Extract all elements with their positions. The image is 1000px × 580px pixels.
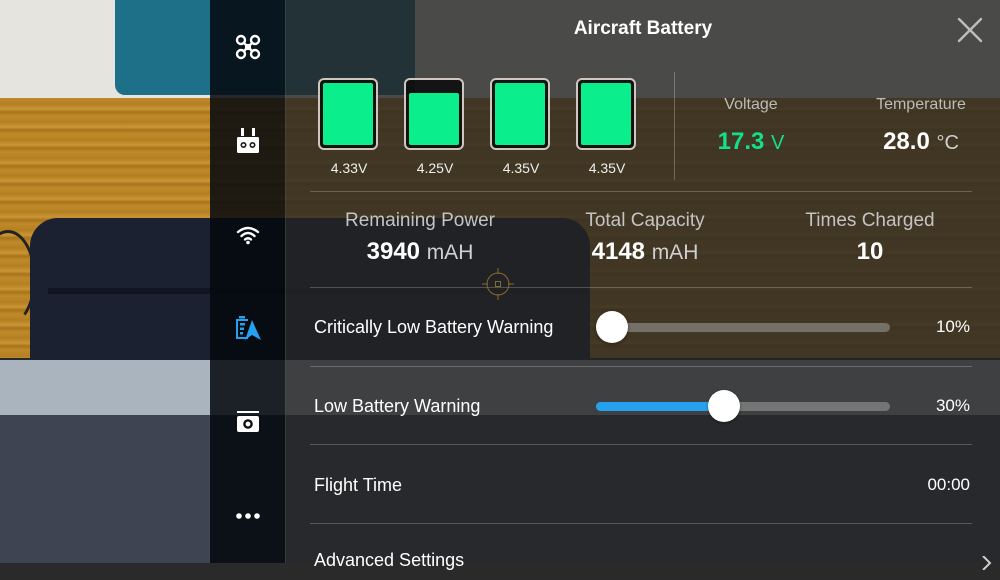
low-battery-warning-row: Low Battery Warning 30%: [314, 386, 970, 426]
camera-icon: [236, 411, 259, 432]
slider-track: [596, 323, 890, 332]
aircraft-icon: [235, 34, 260, 60]
critical-warning-label: Critically Low Battery Warning: [314, 316, 554, 337]
cell-level-gauge: [318, 78, 378, 150]
chevron-right-icon: [982, 556, 992, 570]
critical-battery-warning-row: Critically Low Battery Warning 10%: [314, 307, 970, 347]
voltage-number: 17.3: [717, 128, 765, 155]
sidebar-item-camera[interactable]: [210, 402, 285, 442]
close-button[interactable]: [956, 16, 984, 44]
total-capacity-label: Total Capacity: [585, 210, 705, 231]
slider-thumb[interactable]: [708, 390, 741, 422]
battery-cell-2: 4.25V: [404, 78, 468, 176]
total-capacity-stat: Total Capacity 4148 mAH: [530, 210, 760, 266]
remote-controller-icon: [236, 128, 259, 153]
aircraft-battery-panel: Aircraft Battery 4.33V 4.25V 4.35V 4.35V…: [286, 0, 1000, 570]
critical-warning-value: 10%: [935, 317, 970, 336]
cell-fill: [581, 83, 631, 145]
total-capacity-unit: mAH: [651, 241, 699, 264]
slider-fill: [596, 402, 725, 411]
temperature-label: Temperature: [876, 96, 966, 113]
voltage-stat: Voltage 17.3 V: [686, 96, 816, 156]
flight-time-label: Flight Time: [314, 474, 403, 495]
cell-fill: [409, 93, 459, 145]
cell-voltage: 4.25V: [416, 160, 454, 176]
cell-voltage: 4.33V: [330, 160, 368, 176]
sidebar-item-transmission[interactable]: [210, 215, 285, 255]
times-charged-value: 10: [856, 238, 884, 265]
advanced-settings-row[interactable]: Advanced Settings: [314, 540, 970, 580]
temperature-unit: °C: [936, 132, 959, 154]
cell-level-gauge: [490, 78, 550, 150]
cell-level-gauge: [404, 78, 464, 150]
settings-sidebar: [210, 0, 286, 563]
total-capacity-number: 4148: [591, 238, 646, 265]
wifi-icon: [236, 226, 259, 245]
voltage-unit: V: [771, 132, 785, 154]
sidebar-item-battery[interactable]: [210, 308, 285, 348]
divider: [310, 366, 972, 367]
battery-cells: 4.33V 4.25V 4.35V 4.35V: [318, 78, 648, 188]
battery-cell-3: 4.35V: [490, 78, 554, 176]
low-warning-value: 30%: [935, 396, 970, 415]
battery-cell-4: 4.35V: [576, 78, 640, 176]
slider-thumb[interactable]: [596, 311, 628, 343]
cell-fill: [495, 83, 545, 145]
times-charged-stat: Times Charged 10: [755, 210, 985, 266]
camera-reticle-icon: [482, 268, 514, 300]
temperature-value: 28.0 °C: [836, 128, 1000, 156]
temperature-number: 28.0: [883, 128, 930, 155]
divider: [310, 191, 972, 192]
total-capacity-value: 4148 mAH: [530, 238, 760, 266]
more-icon: [235, 513, 260, 519]
battery-icon: [235, 316, 261, 340]
low-warning-slider[interactable]: [596, 390, 890, 422]
sidebar-item-remote-controller[interactable]: [210, 121, 285, 161]
flight-time-row: Flight Time 00:00: [314, 465, 970, 505]
sidebar-item-more[interactable]: [210, 496, 285, 536]
divider: [310, 287, 972, 288]
cell-voltage: 4.35V: [588, 160, 626, 176]
remaining-power-value: 3940 mAH: [305, 238, 535, 266]
critical-warning-slider[interactable]: [596, 311, 890, 343]
flight-time-value: 00:00: [927, 475, 970, 494]
times-charged-label: Times Charged: [805, 210, 935, 231]
temperature-stat: Temperature 28.0 °C: [836, 96, 1000, 156]
page-title: Aircraft Battery: [573, 18, 713, 39]
divider: [674, 72, 675, 180]
advanced-settings-label: Advanced Settings: [314, 549, 465, 570]
sidebar-item-aircraft[interactable]: [210, 27, 285, 67]
divider: [310, 444, 972, 445]
low-warning-label: Low Battery Warning: [314, 395, 481, 416]
voltage-label: Voltage: [724, 96, 778, 113]
remaining-power-stat: Remaining Power 3940 mAH: [305, 210, 535, 266]
cell-fill: [323, 83, 373, 145]
remaining-power-number: 3940: [366, 238, 421, 265]
remaining-power-unit: mAH: [426, 241, 474, 264]
divider: [310, 523, 972, 524]
cell-level-gauge: [576, 78, 636, 150]
remaining-power-label: Remaining Power: [345, 210, 495, 231]
voltage-value: 17.3 V: [686, 128, 816, 156]
cell-voltage: 4.35V: [502, 160, 540, 176]
close-icon: [957, 17, 983, 43]
battery-cell-1: 4.33V: [318, 78, 382, 176]
